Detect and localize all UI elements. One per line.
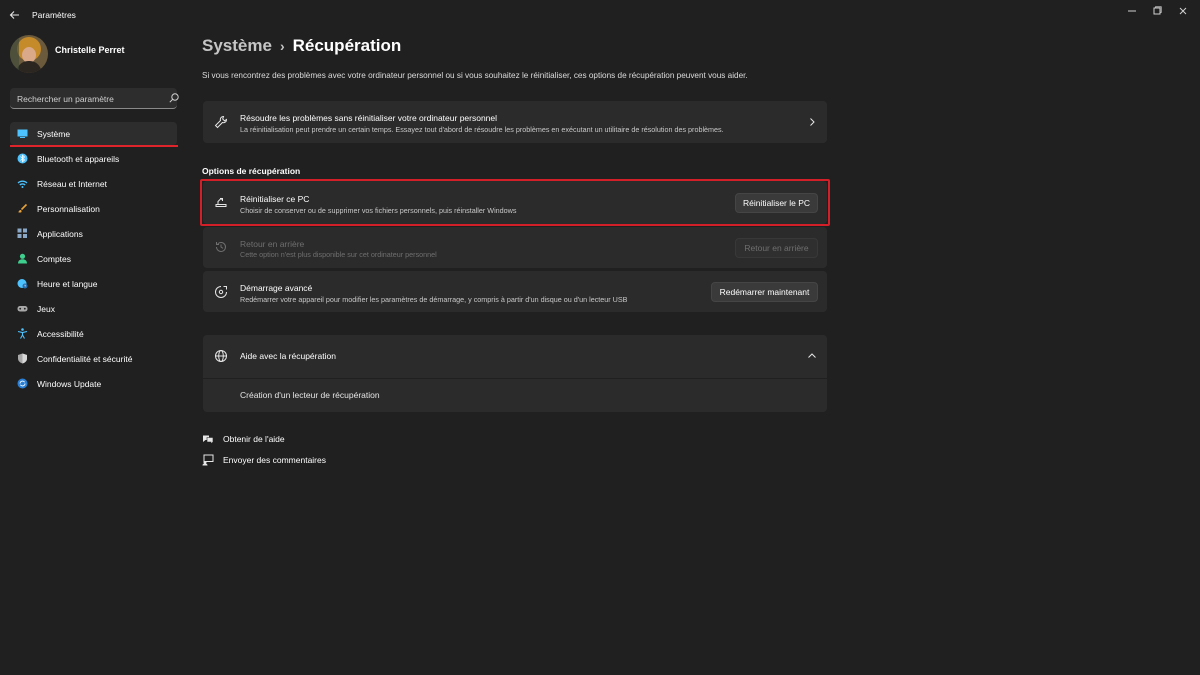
chevron-up-icon xyxy=(808,353,816,358)
shield-icon xyxy=(18,353,27,364)
go-back-desc: Cette option n'est plus disponible sur c… xyxy=(240,250,437,259)
sidebar-item-label: Comptes xyxy=(37,254,72,264)
wrench-icon xyxy=(214,116,227,129)
maximize-icon xyxy=(1153,6,1162,15)
back-button[interactable] xyxy=(6,6,24,24)
search-box[interactable]: Rechercher un paramètre xyxy=(10,88,180,109)
app-title: Paramètres xyxy=(32,10,76,20)
get-help-link[interactable]: Obtenir de l'aide xyxy=(202,432,302,448)
sidebar-item-label: Réseau et Internet xyxy=(37,179,107,189)
sidebar-item-label: Personnalisation xyxy=(37,204,100,214)
search-input[interactable]: Rechercher un paramètre xyxy=(17,94,114,104)
intro-text: Si vous rencontrez des problèmes avec vo… xyxy=(202,71,748,80)
history-icon xyxy=(216,241,226,252)
update-icon xyxy=(17,378,28,389)
sidebar-item-windows-update[interactable]: Windows Update xyxy=(10,372,177,395)
breadcrumb: Système › Récupération xyxy=(202,36,401,56)
bluetooth-icon xyxy=(17,153,28,164)
sidebar-item-label: Windows Update xyxy=(37,379,102,389)
wifi-icon xyxy=(17,180,28,188)
feedback-icon xyxy=(202,454,214,466)
troubleshoot-card[interactable]: Résoudre les problèmes sans réinitialise… xyxy=(203,101,827,143)
page-title: Récupération xyxy=(292,36,402,55)
highlight-box xyxy=(200,179,830,226)
advanced-startup-icon xyxy=(215,286,227,298)
close-icon xyxy=(1179,7,1187,15)
send-feedback-label: Envoyer des commentaires xyxy=(223,455,326,465)
go-back-title: Retour en arrière xyxy=(240,239,305,249)
troubleshoot-title: Résoudre les problèmes sans réinitialise… xyxy=(240,113,498,123)
sidebar-item-personnalisation[interactable]: Personnalisation xyxy=(10,197,177,220)
gamepad-icon xyxy=(17,306,28,312)
recovery-help-card: Aide avec la récupération Création d'un … xyxy=(203,335,827,412)
breadcrumb-separator: › xyxy=(279,38,285,54)
apps-icon xyxy=(17,228,27,238)
sidebar-item-reseau[interactable]: Réseau et Internet xyxy=(10,172,177,195)
monitor-icon xyxy=(17,129,28,138)
minimize-icon xyxy=(1128,10,1136,12)
sidebar-item-label: Bluetooth et appareils xyxy=(37,154,120,164)
go-back-button[interactable]: Retour en arrière xyxy=(735,238,818,258)
sidebar-item-label: Applications xyxy=(37,229,83,239)
create-recovery-drive-link[interactable]: Création d'un lecteur de récupération xyxy=(240,390,380,400)
avatar[interactable] xyxy=(10,35,48,73)
sidebar-item-systeme[interactable]: Système xyxy=(10,122,177,145)
globe-icon xyxy=(215,350,227,362)
brush-icon xyxy=(18,203,28,213)
divider xyxy=(203,378,827,379)
back-arrow-icon xyxy=(9,11,19,19)
get-help-label: Obtenir de l'aide xyxy=(223,434,285,444)
sidebar-item-heure-langue[interactable]: Heure et langue xyxy=(10,272,177,295)
chevron-right-icon xyxy=(810,118,815,126)
section-label: Options de récupération xyxy=(202,166,301,176)
title-bar: Paramètres xyxy=(0,0,1200,32)
sidebar-item-applications[interactable]: Applications xyxy=(10,222,177,245)
sidebar-item-accessibilite[interactable]: Accessibilité xyxy=(10,322,177,345)
advanced-startup-title: Démarrage avancé xyxy=(240,283,313,293)
restart-now-button[interactable]: Redémarrer maintenant xyxy=(711,282,818,302)
account-icon xyxy=(18,253,27,264)
sidebar-item-label: Jeux xyxy=(37,304,55,314)
breadcrumb-parent[interactable]: Système xyxy=(202,36,272,55)
advanced-startup-card: Démarrage avancé Redémarrer votre appare… xyxy=(203,271,827,312)
close-button[interactable] xyxy=(1172,4,1194,18)
go-back-card: Retour en arrière Cette option n'est plu… xyxy=(203,227,827,268)
accessibility-icon xyxy=(17,328,28,339)
sidebar-item-jeux[interactable]: Jeux xyxy=(10,297,177,320)
search-icon[interactable] xyxy=(168,92,180,104)
maximize-button[interactable] xyxy=(1146,4,1168,18)
sidebar-item-label: Confidentialité et sécurité xyxy=(37,354,133,364)
sidebar-item-label: Heure et langue xyxy=(37,279,98,289)
help-chat-icon xyxy=(203,435,214,445)
globe-clock-icon xyxy=(17,279,28,289)
user-name: Christelle Perret xyxy=(55,45,125,55)
minimize-button[interactable] xyxy=(1121,4,1143,18)
sidebar-item-label: Accessibilité xyxy=(37,329,84,339)
advanced-startup-desc: Redémarrer votre appareil pour modifier … xyxy=(240,295,628,304)
sidebar-item-label: Système xyxy=(37,129,71,139)
recovery-help-header[interactable]: Aide avec la récupération xyxy=(203,335,827,378)
recovery-help-title: Aide avec la récupération xyxy=(240,351,336,361)
sidebar-item-comptes[interactable]: Comptes xyxy=(10,247,177,270)
send-feedback-link[interactable]: Envoyer des commentaires xyxy=(202,453,332,469)
sidebar-item-bluetooth[interactable]: Bluetooth et appareils xyxy=(10,147,177,170)
sidebar-item-confidentialite[interactable]: Confidentialité et sécurité xyxy=(10,347,177,370)
troubleshoot-desc: La réinitialisation peut prendre un cert… xyxy=(240,125,724,134)
